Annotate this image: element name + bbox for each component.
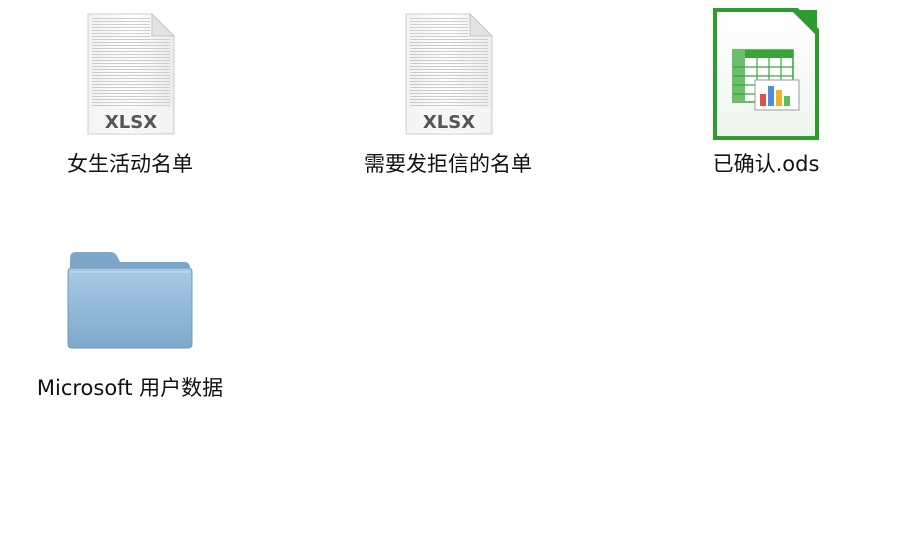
file-name-label[interactable]: 已确认.ods bbox=[636, 151, 896, 177]
xlsx-document-icon[interactable]: XLSX bbox=[400, 12, 496, 136]
file-item[interactable]: Microsoft 用户数据 bbox=[0, 240, 260, 410]
file-name-label[interactable]: Microsoft 用户数据 bbox=[0, 375, 260, 401]
xlsx-document-icon[interactable]: XLSX bbox=[82, 12, 178, 136]
file-name-label[interactable]: 女生活动名单 bbox=[0, 151, 260, 177]
xlsx-badge-label: XLSX bbox=[423, 112, 475, 133]
file-item[interactable]: 已确认.ods bbox=[636, 8, 896, 188]
folder-icon[interactable] bbox=[66, 248, 194, 352]
file-name-label[interactable]: 需要发拒信的名单 bbox=[318, 151, 578, 177]
file-item[interactable]: XLSX 需要发拒信的名单 bbox=[318, 8, 578, 188]
desktop: XLSX 女生活动名单 XLSX 需要发拒信的名单 已确认.ods Micros… bbox=[0, 0, 922, 552]
ods-spreadsheet-icon[interactable] bbox=[711, 8, 821, 142]
file-item[interactable]: XLSX 女生活动名单 bbox=[0, 8, 260, 188]
xlsx-badge-label: XLSX bbox=[105, 112, 157, 133]
